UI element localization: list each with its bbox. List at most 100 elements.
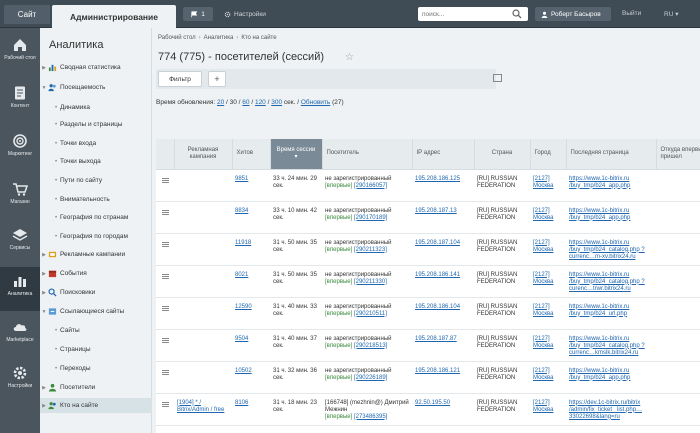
hamburger-menu-icon[interactable]	[162, 369, 169, 375]
visitor-id-link[interactable]: [290226189]	[354, 375, 387, 381]
menu-item-paths[interactable]: • Пути по сайту	[40, 173, 152, 188]
window-icon[interactable]	[493, 74, 502, 82]
column-header-city[interactable]: Город	[530, 139, 567, 170]
hits-link[interactable]: 12590	[235, 304, 252, 310]
menu-item-events[interactable]: ▶ События	[40, 266, 152, 281]
row-menu-cell[interactable]	[156, 169, 174, 202]
visitor-id-link[interactable]: [290166057]	[354, 183, 387, 189]
hamburger-menu-icon[interactable]	[162, 401, 169, 407]
table-row[interactable]: 9851 33 ч. 24 мин. 29 сек. не зарегистриро…	[156, 169, 700, 202]
table-row[interactable]: 10502 31 ч. 32 мин. 36 сек. не зарегистрир…	[156, 361, 700, 394]
menu-item-pages[interactable]: • Страницы	[40, 342, 152, 357]
last-page-link[interactable]: https://dev.1c-bitrix.ru/bitrix /admin/f…	[569, 400, 642, 420]
expand-arrow-icon[interactable]: ▶	[40, 271, 48, 277]
hits-link[interactable]: 11918	[235, 240, 251, 246]
last-page-link[interactable]: https://www.1c-bitrix.ru /buy_tmp/b24_ca…	[569, 240, 645, 260]
ip-link[interactable]: 92.50.195.50	[415, 400, 450, 406]
visitor-id-link[interactable]: [290211323]	[354, 247, 387, 253]
table-row[interactable]: 11918 31 ч. 50 мин. 35 сек. не зарегистрир…	[156, 233, 700, 266]
column-header-last-page[interactable]: Последняя страница	[566, 139, 657, 170]
hamburger-menu-icon[interactable]	[162, 209, 169, 215]
table-row[interactable]: 9504 31 ч. 40 мин. 37 сек. не зарегистриро…	[156, 329, 700, 362]
refresh-now-link[interactable]: Обновить	[301, 99, 330, 106]
table-row[interactable]: 12590 31 ч. 40 мин. 33 сек. не зарегистрир…	[156, 297, 700, 330]
hits-link[interactable]: 8834	[235, 208, 248, 214]
city-link[interactable]: [2127] Москва	[533, 368, 553, 381]
menu-item-transitions[interactable]: • Переходы	[40, 361, 152, 376]
settings-link[interactable]: Настройки	[224, 7, 266, 21]
rail-item-analytics[interactable]: Аналитика	[0, 267, 40, 311]
menu-item-geo-countries[interactable]: • География по странам	[40, 210, 152, 225]
last-page-link[interactable]: https://www.1c-bitrix.ru /buy_tmp/b24_ap…	[569, 208, 630, 221]
column-header-ip[interactable]: IP адрес	[412, 139, 475, 170]
city-link[interactable]: [2127] Москва	[533, 400, 553, 413]
city-link[interactable]: [2127] Москва	[533, 208, 553, 221]
table-row[interactable]: [1904] * / Bitrix/Admin / free 8106 31 ч. …	[156, 393, 700, 426]
hamburger-menu-icon[interactable]	[162, 241, 169, 247]
visitor-id-link[interactable]: [273486395]	[354, 414, 387, 420]
menu-item-summary[interactable]: ▶ Сводная статистика	[40, 60, 152, 75]
last-page-link[interactable]: https://www.1c-bitrix.ru /buy_tmp/b24_ca…	[569, 272, 645, 292]
menu-item-ad-campaigns[interactable]: ▶ Рекламные кампании	[40, 247, 152, 262]
hits-link[interactable]: 8106	[235, 400, 248, 406]
last-page-link[interactable]: https://www.1c-bitrix.ru /buy_tmp/b24_ca…	[569, 336, 645, 356]
campaign-link[interactable]: [1904] * / Bitrix/Admin / free	[177, 400, 224, 413]
rail-item-settings[interactable]: Настройки	[0, 359, 40, 403]
table-row[interactable]: 8021 31 ч. 50 мин. 35 сек. не зарегистриро…	[156, 265, 700, 298]
ip-link[interactable]: 195.208.186.121	[415, 368, 460, 374]
city-link[interactable]: [2127] Москва	[533, 176, 553, 189]
column-header-country[interactable]: Страна	[474, 139, 531, 170]
refresh-option-30[interactable]: 30	[230, 99, 237, 106]
rail-item-marketing[interactable]: Маркетинг	[0, 127, 40, 171]
hits-link[interactable]: 8021	[235, 272, 248, 278]
visitor-id-link[interactable]: [290218513]	[354, 343, 387, 349]
menu-item-search-engines[interactable]: ▶ Поисковики	[40, 285, 152, 300]
last-page-link[interactable]: https://www.1c-bitrix.ru /buy_tmp/b24_ap…	[569, 368, 630, 381]
collapse-arrow-icon[interactable]: ▼	[40, 309, 48, 315]
menu-item-exit-points[interactable]: • Точки выхода	[40, 154, 152, 169]
filter-button[interactable]: Фильтр	[158, 71, 202, 87]
visitor-id-link[interactable]: [290211330]	[354, 279, 387, 285]
column-header-visitor[interactable]: Посетитель	[322, 139, 413, 170]
rail-item-desktop[interactable]: Рабочий стол	[0, 31, 40, 75]
rail-item-services[interactable]: Сервисы	[0, 221, 40, 265]
rail-item-marketplace[interactable]: Marketplace	[0, 313, 40, 357]
visitor-id-link[interactable]: [290170189]	[354, 215, 387, 221]
hits-link[interactable]: 9504	[235, 336, 248, 342]
hits-link[interactable]: 10502	[235, 368, 252, 374]
hamburger-menu-icon[interactable]	[162, 177, 169, 183]
expand-arrow-icon[interactable]: ▶	[40, 65, 48, 71]
rail-item-content[interactable]: Контент	[0, 79, 40, 123]
search-icon[interactable]	[512, 9, 522, 19]
refresh-option-20[interactable]: 20	[217, 99, 224, 106]
refresh-option-60[interactable]: 60	[242, 99, 249, 106]
hamburger-menu-icon[interactable]	[162, 273, 169, 279]
breadcrumb-item[interactable]: Аналитика	[204, 35, 234, 41]
menu-item-sites[interactable]: • Сайты	[40, 323, 152, 338]
menu-item-who-online[interactable]: ▶ Кто на сайте	[40, 398, 152, 413]
ip-link[interactable]: 195.208.187.104	[415, 240, 460, 246]
row-menu-cell[interactable]	[156, 265, 174, 298]
logout-link[interactable]: Выйти	[622, 10, 641, 17]
tab-admin[interactable]: Администрирование	[52, 5, 176, 28]
user-menu[interactable]: Роберт Басыров	[535, 7, 611, 21]
column-header-campaign[interactable]: Рекламная кампания	[174, 139, 233, 170]
last-page-link[interactable]: https://www.1c-bitrix.ru /buy_tmp/b24_ap…	[569, 176, 630, 189]
row-menu-cell[interactable]	[156, 233, 174, 266]
tab-site[interactable]: Сайт	[4, 5, 50, 24]
breadcrumb-item[interactable]: Рабочий стол	[158, 35, 196, 41]
hamburger-menu-icon[interactable]	[162, 305, 169, 311]
menu-item-dynamics[interactable]: • Динамика	[40, 100, 152, 115]
ip-link[interactable]: 195.208.187.13	[415, 208, 457, 214]
city-link[interactable]: [2127] Москва	[533, 272, 553, 285]
hits-link[interactable]: 9851	[235, 176, 248, 182]
expand-arrow-icon[interactable]: ▶	[40, 252, 48, 258]
refresh-option-120[interactable]: 120	[255, 99, 266, 106]
ip-link[interactable]: 195.208.186.141	[415, 272, 460, 278]
expand-arrow-icon[interactable]: ▶	[40, 385, 48, 391]
rail-item-store[interactable]: Магазин	[0, 175, 40, 219]
city-link[interactable]: [2127] Москва	[533, 304, 553, 317]
city-link[interactable]: [2127] Москва	[533, 336, 553, 349]
expand-arrow-icon[interactable]: ▶	[40, 403, 48, 409]
column-header-session-time[interactable]: Время сессии ▾	[270, 139, 323, 170]
